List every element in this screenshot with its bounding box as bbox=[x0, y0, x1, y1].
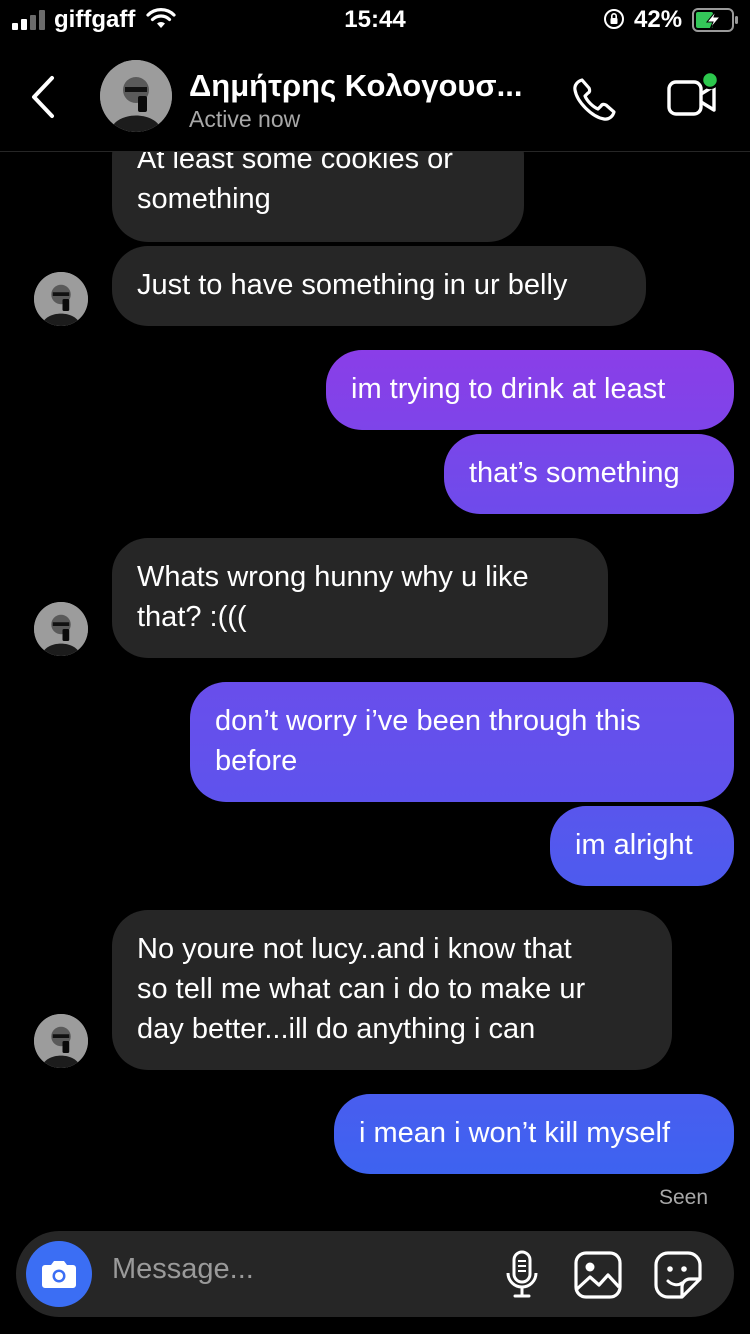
received-message-bubble[interactable]: No youre not lucy..and i know that so tel… bbox=[112, 910, 672, 1070]
contact-name[interactable]: Δημήτρης Κολογουσ... bbox=[189, 68, 522, 104]
camera-button[interactable] bbox=[26, 1241, 92, 1307]
active-status: Active now bbox=[189, 106, 301, 132]
battery-percentage: 42% bbox=[634, 6, 683, 33]
sent-message-bubble[interactable]: i mean i won’t kill myself bbox=[334, 1094, 734, 1174]
received-message-bubble[interactable]: Just to have something in ur belly bbox=[112, 246, 646, 326]
seen-receipt: Seen bbox=[658, 1186, 708, 1209]
message-composer: Message... bbox=[16, 1231, 734, 1317]
received-message-bubble[interactable]: At least some cookies or something bbox=[112, 152, 524, 242]
battery-charging-icon bbox=[692, 8, 738, 32]
video-camera-icon[interactable] bbox=[664, 70, 722, 124]
sender-avatar[interactable] bbox=[34, 1014, 88, 1068]
sender-avatar[interactable] bbox=[34, 602, 88, 656]
message-thread[interactable]: At least some cookies or something Just to… bbox=[0, 152, 750, 1222]
sticker-icon[interactable] bbox=[652, 1249, 704, 1301]
sent-message-bubble[interactable]: that’s something bbox=[444, 434, 734, 514]
gallery-icon[interactable] bbox=[572, 1249, 624, 1301]
sent-message-bubble[interactable]: im trying to drink at least bbox=[326, 350, 734, 430]
status-bar: giffgaff 15:44 42% bbox=[0, 0, 750, 44]
phone-icon[interactable] bbox=[568, 74, 620, 126]
contact-avatar[interactable] bbox=[100, 60, 172, 132]
sent-message-bubble[interactable]: don’t worry i’ve been through this before bbox=[190, 682, 734, 802]
microphone-icon[interactable] bbox=[504, 1249, 540, 1301]
conversation-header: Δημήτρης Κολογουσ... Active now bbox=[0, 44, 750, 152]
back-chevron-icon[interactable] bbox=[20, 72, 70, 122]
camera-icon bbox=[42, 1261, 76, 1288]
sender-avatar[interactable] bbox=[34, 272, 88, 326]
sent-message-bubble[interactable]: im alright bbox=[550, 806, 734, 886]
received-message-bubble[interactable]: Whats wrong hunny why u like that? :((( bbox=[112, 538, 608, 658]
message-input[interactable]: Message... bbox=[112, 1253, 254, 1286]
rotation-lock-icon bbox=[604, 9, 624, 29]
